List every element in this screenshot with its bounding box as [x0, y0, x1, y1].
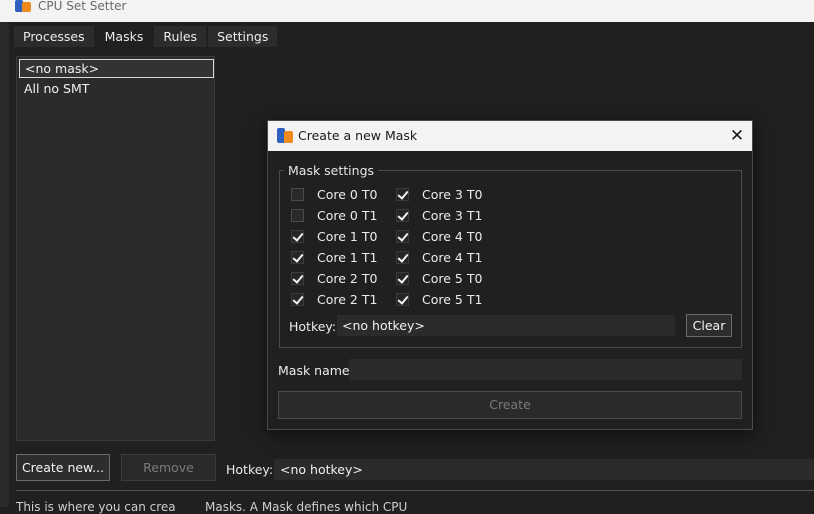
- checkbox-core-5-t1[interactable]: Core 5 T1: [396, 291, 482, 308]
- checkbox-box[interactable]: [291, 230, 304, 243]
- checkbox-label: Core 0 T1: [317, 208, 378, 223]
- mask-list[interactable]: <no mask> All no SMT: [16, 56, 215, 441]
- checkbox-label: Core 5 T1: [422, 292, 483, 307]
- tab-masks[interactable]: Masks: [95, 26, 153, 47]
- checkbox-box[interactable]: [291, 272, 304, 285]
- checkbox-box[interactable]: [396, 272, 409, 285]
- window-title: CPU Set Setter: [38, 0, 127, 13]
- checkbox-core-3-t1[interactable]: Core 3 T1: [396, 207, 482, 224]
- dialog-titlebar: Create a new Mask ✕: [268, 121, 752, 151]
- checkbox-core-1-t1[interactable]: Core 1 T1: [291, 249, 377, 266]
- checkbox-box[interactable]: [291, 251, 304, 264]
- create-button[interactable]: Create: [278, 391, 742, 419]
- checkbox-box[interactable]: [291, 209, 304, 222]
- divider: [16, 490, 814, 491]
- hotkey-label: Hotkey:: [226, 462, 274, 477]
- checkbox-label: Core 2 T0: [317, 271, 378, 286]
- tab-bar: Processes Masks Rules Settings: [14, 26, 279, 47]
- checkbox-label: Core 2 T1: [317, 292, 378, 307]
- checkbox-label: Core 3 T0: [422, 187, 483, 202]
- checkbox-label: Core 1 T0: [317, 229, 378, 244]
- mask-name-label: Mask name:: [278, 363, 354, 378]
- checkbox-core-2-t1[interactable]: Core 2 T1: [291, 291, 377, 308]
- checkbox-core-5-t0[interactable]: Core 5 T0: [396, 270, 482, 287]
- dialog-app-icon: [277, 128, 293, 143]
- close-icon[interactable]: ✕: [726, 125, 748, 147]
- left-window-edge: [0, 0, 9, 507]
- checkbox-box[interactable]: [396, 209, 409, 222]
- mask-list-item-no-mask[interactable]: <no mask>: [19, 59, 214, 78]
- description-text-2: Masks. A Mask defines which CPU: [205, 500, 408, 514]
- checkbox-label: Core 4 T0: [422, 229, 483, 244]
- tab-processes[interactable]: Processes: [14, 26, 94, 47]
- dialog-title: Create a new Mask: [298, 128, 418, 143]
- checkbox-core-3-t0[interactable]: Core 3 T0: [396, 186, 482, 203]
- checkbox-core-0-t1[interactable]: Core 0 T1: [291, 207, 377, 224]
- description-text: This is where you can crea: [16, 500, 176, 514]
- app-icon: [15, 0, 31, 12]
- create-mask-dialog: Create a new Mask ✕ Mask settings Core 0…: [267, 120, 753, 430]
- hotkey-field[interactable]: <no hotkey>: [274, 459, 814, 480]
- checkbox-box[interactable]: [396, 251, 409, 264]
- tab-rules[interactable]: Rules: [154, 26, 207, 47]
- dialog-hotkey-label: Hotkey:: [289, 319, 337, 334]
- checkbox-core-2-t0[interactable]: Core 2 T0: [291, 270, 377, 287]
- checkbox-label: Core 3 T1: [422, 208, 483, 223]
- checkbox-label: Core 0 T0: [317, 187, 378, 202]
- checkbox-core-4-t0[interactable]: Core 4 T0: [396, 228, 482, 245]
- dialog-hotkey-field[interactable]: <no hotkey>: [337, 315, 675, 336]
- mask-list-item-all-no-smt[interactable]: All no SMT: [19, 79, 214, 98]
- checkbox-box[interactable]: [291, 188, 304, 201]
- window-titlebar: CPU Set Setter: [0, 0, 814, 22]
- checkbox-core-0-t0[interactable]: Core 0 T0: [291, 186, 377, 203]
- clear-hotkey-button[interactable]: Clear: [686, 314, 732, 337]
- checkbox-box[interactable]: [396, 188, 409, 201]
- checkbox-box[interactable]: [291, 293, 304, 306]
- checkbox-box[interactable]: [396, 230, 409, 243]
- checkbox-box[interactable]: [396, 293, 409, 306]
- mask-settings-title: Mask settings: [284, 163, 379, 178]
- checkbox-label: Core 5 T0: [422, 271, 483, 286]
- mask-name-input[interactable]: [349, 359, 742, 380]
- checkbox-label: Core 4 T1: [422, 250, 483, 265]
- checkbox-label: Core 1 T1: [317, 250, 378, 265]
- remove-button[interactable]: Remove: [121, 454, 216, 481]
- create-new-button[interactable]: Create new...: [16, 454, 110, 481]
- checkbox-core-1-t0[interactable]: Core 1 T0: [291, 228, 377, 245]
- checkbox-core-4-t1[interactable]: Core 4 T1: [396, 249, 482, 266]
- tab-settings[interactable]: Settings: [208, 26, 278, 47]
